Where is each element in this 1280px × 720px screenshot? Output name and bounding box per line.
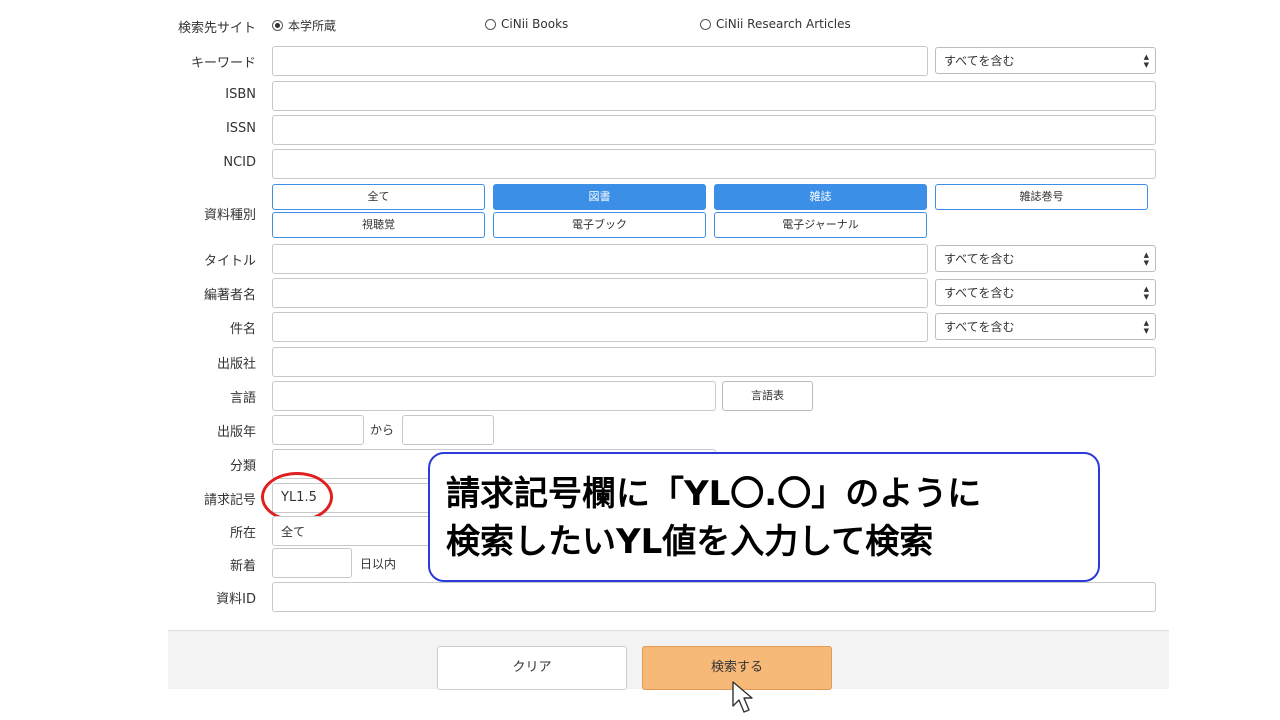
isbn-input[interactable] xyxy=(272,81,1156,111)
material-type-all-button[interactable]: 全て xyxy=(272,184,485,210)
publisher-input[interactable] xyxy=(272,347,1156,377)
radio-cinii-books[interactable]: CiNii Books xyxy=(485,17,568,31)
material-type-ejournal-button[interactable]: 電子ジャーナル xyxy=(714,212,927,238)
days-within-text: 日以内 xyxy=(360,557,397,571)
radio-cinii-research[interactable]: CiNii Research Articles xyxy=(700,17,851,31)
new-arrivals-input[interactable] xyxy=(272,548,352,578)
subject-input[interactable] xyxy=(272,312,928,342)
material-id-label: 資料ID xyxy=(216,592,256,607)
material-type-journals-button[interactable]: 雑誌 xyxy=(714,184,927,210)
select-value: すべてを含む xyxy=(944,54,1015,68)
instruction-callout: 請求記号欄に「YL〇.〇」のように 検索したいYL値を入力して検索 xyxy=(428,452,1100,582)
radio-label: CiNii Research Articles xyxy=(716,17,851,31)
title-label: タイトル xyxy=(203,254,256,269)
language-input[interactable] xyxy=(272,381,716,411)
classification-label: 分類 xyxy=(229,459,256,474)
ncid-input[interactable] xyxy=(272,149,1156,179)
year-from-text: から xyxy=(370,423,395,437)
material-type-volumes-button[interactable]: 雑誌巻号 xyxy=(935,184,1148,210)
keyword-match-select[interactable]: すべてを含む ▲ ▼ xyxy=(935,47,1156,74)
material-type-books-button[interactable]: 図書 xyxy=(493,184,706,210)
title-match-select[interactable]: すべてを含む ▲ ▼ xyxy=(935,245,1156,272)
material-type-label: 資料種別 xyxy=(203,208,256,223)
keyword-label: キーワード xyxy=(190,56,256,71)
pub-year-label: 出版年 xyxy=(216,425,256,440)
author-label: 編著者名 xyxy=(203,288,256,303)
issn-input[interactable] xyxy=(272,115,1156,145)
call-number-highlight-circle xyxy=(261,472,333,522)
material-type-ebook-button[interactable]: 電子ブック xyxy=(493,212,706,238)
select-value: すべてを含む xyxy=(944,286,1015,300)
radio-label: 本学所蔵 xyxy=(288,19,337,33)
pub-year-from-input[interactable] xyxy=(272,415,364,445)
callout-line-1: 請求記号欄に「YL〇.〇」のように xyxy=(446,474,982,514)
select-value: すべてを含む xyxy=(944,320,1015,334)
pub-year-to-input[interactable] xyxy=(402,415,494,445)
callout-line-2: 検索したいYL値を入力して検索 xyxy=(446,522,934,562)
keyword-input[interactable] xyxy=(272,46,928,76)
call-number-label: 請求記号 xyxy=(203,493,256,508)
subject-label: 件名 xyxy=(229,322,256,337)
language-label: 言語 xyxy=(229,391,256,406)
select-arrows-icon: ▲ ▼ xyxy=(1143,285,1149,301)
radio-selected-icon xyxy=(272,20,283,31)
isbn-label: ISBN xyxy=(225,87,256,102)
ncid-label: NCID xyxy=(223,155,256,170)
radio-label: CiNii Books xyxy=(501,17,569,31)
clear-button[interactable]: クリア xyxy=(437,646,627,690)
select-arrows-icon: ▲ ▼ xyxy=(1143,319,1149,335)
title-input[interactable] xyxy=(272,244,928,274)
radio-icon xyxy=(700,18,711,30)
location-label: 所在 xyxy=(229,526,256,541)
radio-icon xyxy=(485,18,496,30)
search-target-label: 検索先サイト xyxy=(177,21,256,36)
publisher-label: 出版社 xyxy=(216,357,256,372)
issn-label: ISSN xyxy=(225,121,256,136)
select-arrows-icon: ▲ ▼ xyxy=(1143,251,1149,267)
author-input[interactable] xyxy=(272,278,928,308)
mouse-cursor-icon xyxy=(732,681,753,713)
select-value: すべてを含む xyxy=(944,252,1015,266)
author-match-select[interactable]: すべてを含む ▲ ▼ xyxy=(935,279,1156,306)
language-table-button[interactable]: 言語表 xyxy=(722,381,813,411)
material-id-input[interactable] xyxy=(272,582,1156,612)
new-arrivals-label: 新着 xyxy=(229,559,256,574)
radio-local-holdings[interactable]: 本学所蔵 xyxy=(272,17,336,34)
select-arrows-icon: ▲ ▼ xyxy=(1143,53,1149,69)
material-type-av-button[interactable]: 視聴覚 xyxy=(272,212,485,238)
subject-match-select[interactable]: すべてを含む ▲ ▼ xyxy=(935,313,1156,340)
